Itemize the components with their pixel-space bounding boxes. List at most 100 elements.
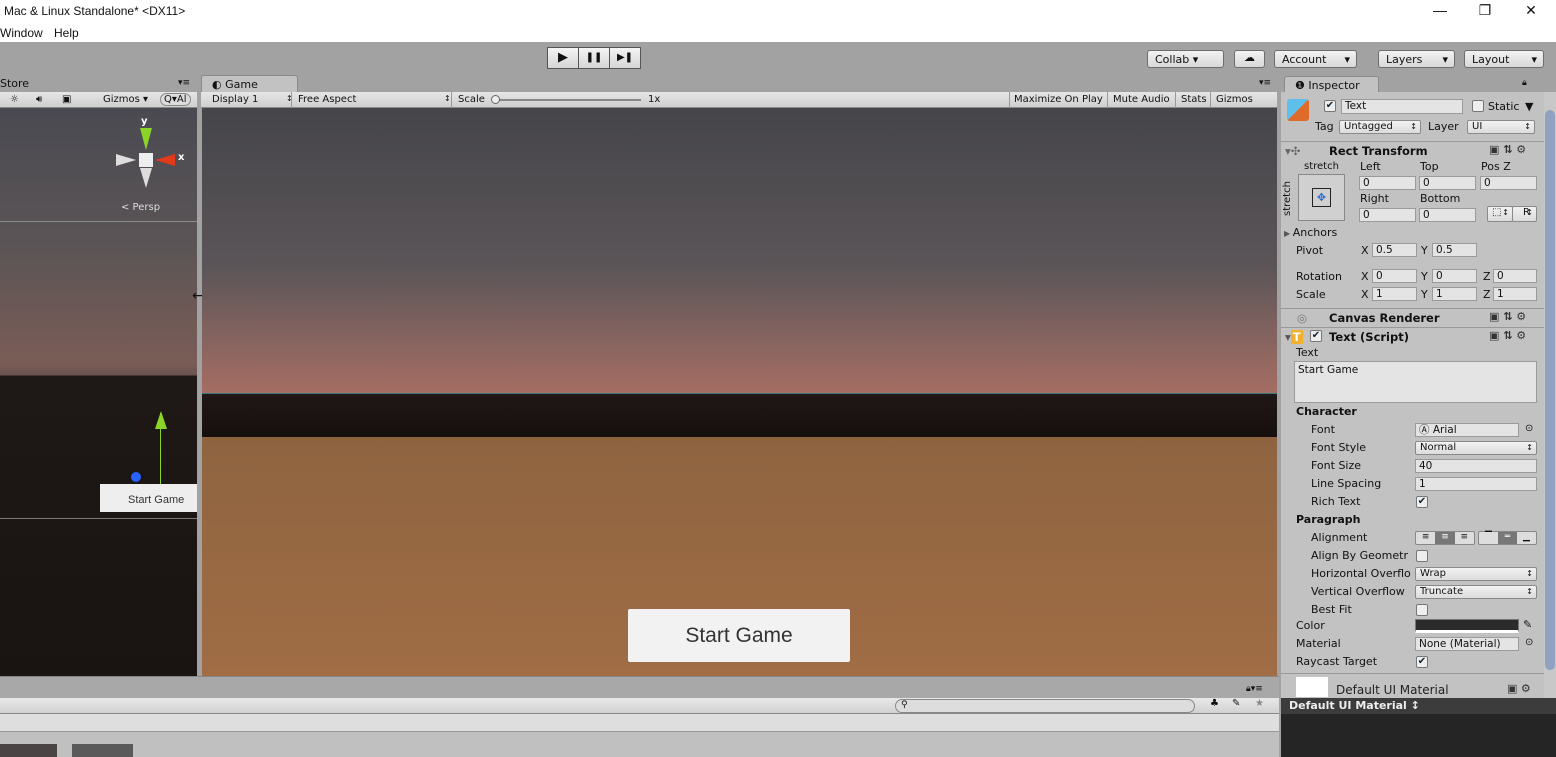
filter-type-icon[interactable]: ♣: [1210, 698, 1219, 709]
help-icon[interactable]: ▣ ⇅ ⚙: [1489, 310, 1526, 323]
asset-thumbnail[interactable]: [72, 744, 133, 757]
help-icon[interactable]: ▣ ⇅ ⚙: [1489, 143, 1526, 156]
right-field[interactable]: 0: [1359, 208, 1416, 222]
align-center-button[interactable]: ≡: [1435, 532, 1455, 544]
align-by-geometry-checkbox[interactable]: [1416, 550, 1428, 562]
effects-icon[interactable]: ▣: [62, 94, 71, 105]
lock-icon[interactable]: 🔒︎▾≡: [1246, 684, 1263, 694]
panel-menu-icon[interactable]: ▾≡: [1259, 78, 1271, 88]
blueprint-mode-button[interactable]: ⬚: [1487, 206, 1513, 222]
bottom-field[interactable]: 0: [1419, 208, 1476, 222]
project-search-input[interactable]: ⚲: [895, 699, 1195, 713]
rotation-z-field[interactable]: 0: [1493, 269, 1537, 283]
align-top-button[interactable]: ▔: [1479, 532, 1498, 544]
scene-gizmos-button[interactable]: Gizmos ▾: [103, 94, 148, 105]
canvas-renderer-header[interactable]: ◎ Canvas Renderer ▣ ⇅ ⚙: [1281, 308, 1544, 326]
static-checkbox[interactable]: [1472, 100, 1484, 112]
pivot-x-field[interactable]: 0.5: [1372, 243, 1417, 257]
text-script-header[interactable]: ▾ T ✔ Text (Script) ▣ ⇅ ⚙: [1281, 327, 1544, 345]
close-button[interactable]: ✕: [1516, 2, 1546, 19]
font-style-dropdown[interactable]: Normal: [1415, 441, 1537, 455]
font-field[interactable]: Ⓐ Arial: [1415, 423, 1519, 437]
axis-neg-x-arrow[interactable]: [116, 154, 136, 166]
axis-x-arrow[interactable]: [155, 154, 175, 166]
help-icon[interactable]: ▣ ⚙: [1507, 682, 1531, 695]
align-right-button[interactable]: ≡: [1455, 532, 1474, 544]
game-tab[interactable]: ◐ Game: [201, 75, 298, 93]
color-swatch[interactable]: [1415, 619, 1519, 633]
pivot-handle[interactable]: [131, 472, 141, 482]
pivot-y-field[interactable]: 0.5: [1432, 243, 1477, 257]
material-header[interactable]: Default UI Material ▣ ⚙: [1281, 673, 1544, 698]
object-picker-icon[interactable]: ⊙: [1525, 637, 1533, 648]
text-enabled-checkbox[interactable]: ✔: [1310, 330, 1322, 342]
scene-search-input[interactable]: Q▾Al: [160, 93, 191, 106]
persp-label[interactable]: < Persp: [121, 202, 160, 213]
help-icon[interactable]: ▣ ⇅ ⚙: [1489, 329, 1526, 342]
menu-help[interactable]: Help: [54, 26, 79, 40]
start-game-button[interactable]: Start Game: [628, 609, 850, 662]
rotation-y-field[interactable]: 0: [1432, 269, 1477, 283]
stats-toggle[interactable]: Stats: [1181, 94, 1207, 105]
text-value-field[interactable]: Start Game: [1294, 361, 1537, 403]
top-field[interactable]: 0: [1419, 176, 1476, 190]
scene-tab[interactable]: Store: [0, 77, 29, 90]
scale-z-field[interactable]: 1: [1493, 287, 1537, 301]
pause-button[interactable]: ❚❚: [578, 47, 610, 69]
material-field[interactable]: None (Material): [1415, 637, 1519, 651]
scene-view[interactable]: y x < Persp Start Game: [0, 108, 197, 676]
preview-header[interactable]: Default UI Material ↕: [1281, 698, 1556, 714]
move-y-arrow[interactable]: [155, 411, 167, 429]
minimize-button[interactable]: —: [1425, 2, 1455, 18]
scene-object-start-game[interactable]: Start Game: [100, 484, 197, 512]
collab-button[interactable]: Collab ▾: [1147, 50, 1224, 68]
axis-neg-z-arrow[interactable]: [140, 168, 152, 188]
game-gizmos-button[interactable]: Gizmos: [1216, 94, 1253, 105]
object-picker-icon[interactable]: ⊙: [1525, 423, 1533, 434]
axis-y-arrow[interactable]: [140, 128, 152, 150]
filter-label-icon[interactable]: ✎: [1232, 698, 1240, 709]
anchors-foldout[interactable]: ▶ Anchors: [1284, 226, 1337, 239]
asset-thumbnail[interactable]: [0, 744, 57, 757]
anchor-presets-button[interactable]: ✥: [1298, 174, 1345, 221]
scene-gizmo-cube[interactable]: [139, 153, 153, 167]
raycast-target-checkbox[interactable]: ✔: [1416, 656, 1428, 668]
rect-transform-header[interactable]: ▾✣ Rect Transform ▣ ⇅ ⚙: [1281, 141, 1544, 159]
raw-edit-button[interactable]: R: [1512, 206, 1537, 222]
left-field[interactable]: 0: [1359, 176, 1416, 190]
scale-slider-thumb[interactable]: [491, 95, 500, 104]
cloud-icon[interactable]: ☁: [1234, 50, 1265, 68]
play-button[interactable]: ▶: [547, 47, 579, 69]
align-middle-button[interactable]: ═: [1498, 532, 1517, 544]
layer-dropdown[interactable]: UI: [1467, 120, 1535, 134]
scrollbar-thumb[interactable]: [1545, 110, 1555, 670]
active-checkbox[interactable]: ✔: [1324, 100, 1336, 112]
restore-button[interactable]: ❐: [1470, 2, 1500, 19]
rich-text-checkbox[interactable]: ✔: [1416, 496, 1428, 508]
game-view[interactable]: Start Game: [202, 108, 1277, 676]
horizontal-overflow-dropdown[interactable]: Wrap: [1415, 567, 1537, 581]
layers-button[interactable]: Layers ▾: [1378, 50, 1455, 68]
vertical-overflow-dropdown[interactable]: Truncate: [1415, 585, 1537, 599]
static-dropdown-icon[interactable]: ▼: [1525, 100, 1533, 113]
inspector-tab[interactable]: ❶ Inspector: [1284, 76, 1379, 93]
favorite-icon[interactable]: ★: [1255, 698, 1264, 709]
inspector-scrollbar[interactable]: [1544, 92, 1556, 698]
mute-audio-toggle[interactable]: Mute Audio: [1113, 94, 1170, 105]
maximize-on-play-toggle[interactable]: Maximize On Play: [1014, 94, 1103, 105]
line-spacing-field[interactable]: 1: [1415, 477, 1537, 491]
layout-button[interactable]: Layout ▾: [1464, 50, 1544, 68]
lock-icon[interactable]: 🔒︎: [1522, 78, 1527, 88]
audio-icon[interactable]: 🔊︎: [36, 94, 42, 105]
display-dropdown[interactable]: Display 1: [212, 94, 258, 105]
scale-x-field[interactable]: 1: [1372, 287, 1417, 301]
menu-window[interactable]: Window: [0, 26, 43, 40]
step-button[interactable]: ▶❚: [609, 47, 641, 69]
tag-dropdown[interactable]: Untagged: [1339, 120, 1421, 134]
panel-menu-icon[interactable]: ▾≡: [178, 78, 190, 88]
scale-y-field[interactable]: 1: [1432, 287, 1477, 301]
account-button[interactable]: Account ▾: [1274, 50, 1357, 68]
aspect-dropdown[interactable]: Free Aspect: [298, 94, 356, 105]
align-bottom-button[interactable]: ▁: [1517, 532, 1536, 544]
object-name-field[interactable]: Text: [1341, 99, 1463, 114]
